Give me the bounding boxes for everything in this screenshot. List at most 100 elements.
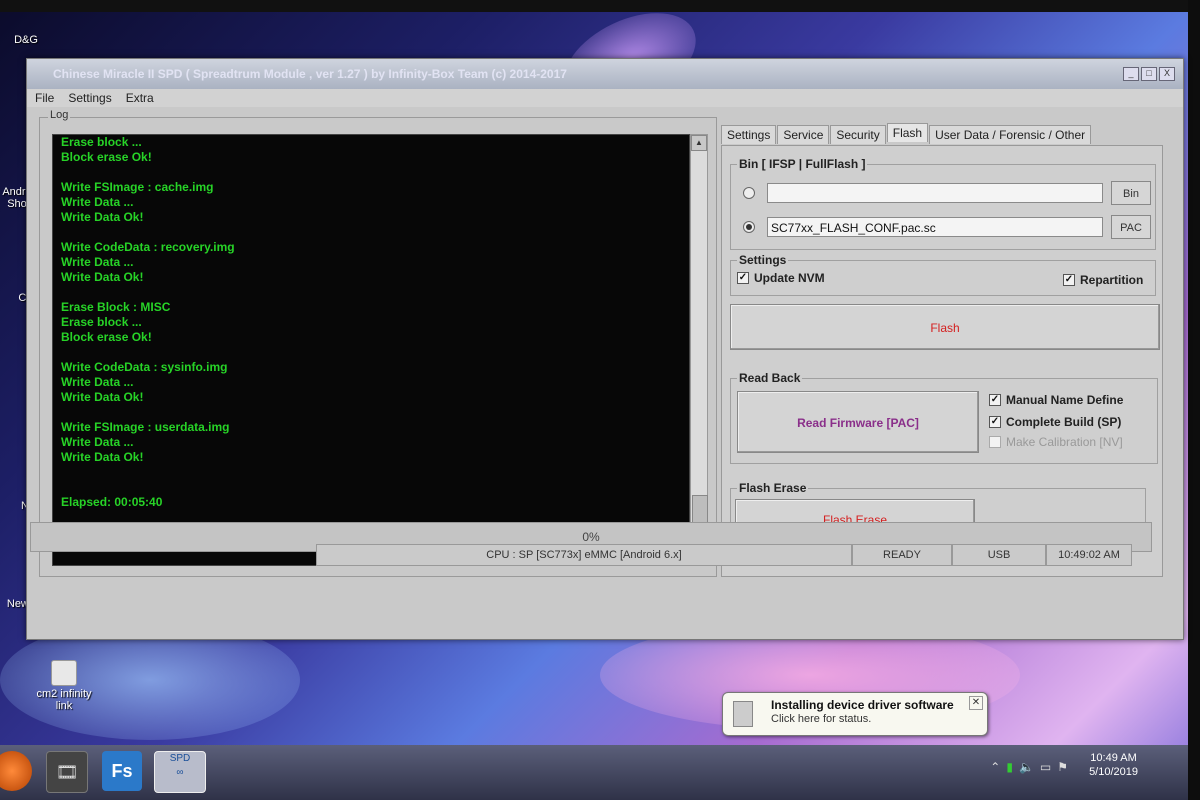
notification-title: Installing device driver software (771, 698, 954, 712)
taskbar-clock[interactable]: 10:49 AM 5/10/2019 (1089, 751, 1138, 779)
log-line: Write Data ... (61, 375, 134, 389)
manual-name-checkbox[interactable]: ✓ Manual Name Define (989, 393, 1123, 407)
log-line: Erase block ... (61, 135, 142, 149)
check-icon: ✓ (737, 272, 749, 284)
volume-icon[interactable]: 🔈 (1019, 760, 1034, 774)
log-line: Block erase Ok! (61, 150, 152, 164)
log-line: Write CodeData : recovery.img (61, 240, 235, 254)
monitor-bezel-top (0, 0, 1200, 12)
tab-flash[interactable]: Flash (886, 123, 929, 142)
log-line: Write Data ... (61, 435, 134, 449)
bin-radio[interactable] (743, 187, 755, 199)
log-line: Write Data ... (61, 195, 134, 209)
desktop-icon-dg[interactable]: D&G (4, 34, 48, 46)
read-back-group: Read Back Read Firmware [PAC] ✓ Manual N… (730, 371, 1158, 464)
status-time: 10:49:02 AM (1046, 544, 1132, 566)
right-panel: Settings Service Security Flash User Dat… (721, 123, 1173, 577)
pac-path-field[interactable]: SC77xx_FLASH_CONF.pac.sc (767, 217, 1103, 237)
log-line: Write Data ... (61, 255, 134, 269)
tab-settings[interactable]: Settings (721, 125, 777, 144)
log-line: Write FSImage : cache.img (61, 180, 214, 194)
log-line: Write Data Ok! (61, 210, 144, 224)
log-line: Write Data Ok! (61, 450, 144, 464)
clock-date: 5/10/2019 (1089, 766, 1138, 778)
action-center-icon[interactable]: ⚑ (1057, 760, 1068, 774)
status-bar: CPU : SP [SC773x] eMMC [Android 6.x] REA… (30, 544, 1150, 566)
flash-button[interactable]: Flash (730, 304, 1160, 350)
maximize-button[interactable]: □ (1141, 67, 1157, 81)
log-line: Write Data Ok! (61, 270, 144, 284)
read-firmware-button[interactable]: Read Firmware [PAC] (737, 391, 979, 453)
check-icon: ✓ (989, 416, 1001, 428)
spd-icon[interactable]: SPD ∞ (154, 751, 206, 793)
bin-group: Bin [ IFSP | FullFlash ] Bin SC77xx_FLAS… (730, 157, 1156, 250)
settings-group-label: Settings (737, 253, 789, 267)
log-group: Log Erase block ... Block erase Ok! Write … (39, 109, 717, 577)
status-state: READY (852, 544, 952, 566)
scroll-up-icon[interactable]: ▲ (691, 135, 707, 151)
fs-icon[interactable]: Fs (102, 751, 142, 791)
clock-time: 10:49 AM (1090, 752, 1137, 764)
pac-browse-button[interactable]: PAC (1111, 215, 1151, 239)
bin-group-label: Bin [ IFSP | FullFlash ] (737, 157, 868, 171)
status-conn: USB (952, 544, 1046, 566)
tab-service[interactable]: Service (777, 125, 830, 144)
driver-notification[interactable]: Installing device driver software Click … (722, 692, 988, 736)
read-back-label: Read Back (737, 371, 803, 385)
flash-erase-label: Flash Erase (737, 481, 809, 495)
tab-user-data[interactable]: User Data / Forensic / Other (929, 125, 1092, 144)
pac-radio[interactable] (743, 221, 755, 233)
window-controls: _ □ X (1123, 67, 1175, 81)
notification-close-icon[interactable]: ✕ (969, 696, 983, 710)
menu-file[interactable]: File (35, 91, 54, 105)
log-legend: Log (48, 109, 71, 121)
display-icon[interactable]: ▭ (1040, 760, 1051, 774)
close-button[interactable]: X (1159, 67, 1175, 81)
log-line: Erase block ... (61, 315, 142, 329)
monitor-bezel-right (1188, 0, 1200, 800)
log-scrollbar[interactable]: ▲ ▼ (690, 134, 708, 566)
bin-browse-button[interactable]: Bin (1111, 181, 1151, 205)
start-orb-icon[interactable] (0, 751, 32, 791)
media-icon[interactable]: 🎞 (46, 751, 88, 793)
log-line: Elapsed: 00:05:40 (61, 495, 163, 509)
log-output[interactable]: Erase block ... Block erase Ok! Write FSIm… (52, 134, 690, 566)
taskbar: 🎞 Fs SPD ∞ ⌃ ▮ 🔈 ▭ ⚑ 10:49 AM 5/10/2019 (0, 745, 1188, 800)
log-line: Write Data Ok! (61, 390, 144, 404)
update-nvm-checkbox[interactable]: ✓ Update NVM (737, 271, 825, 285)
file-icon (51, 660, 77, 686)
status-cpu: CPU : SP [SC773x] eMMC [Android 6.x] (316, 544, 852, 566)
minimize-button[interactable]: _ (1123, 67, 1139, 81)
log-line: Erase Block : MISC (61, 300, 171, 314)
repartition-checkbox[interactable]: ✓ Repartition (1063, 273, 1143, 287)
make-calibration-checkbox: Make Calibration [NV] (989, 435, 1123, 449)
log-line: Block erase Ok! (61, 330, 152, 344)
notification-subtitle: Click here for status. (771, 713, 872, 725)
progress-text: 0% (582, 530, 600, 544)
show-hidden-icons-icon[interactable]: ⌃ (990, 760, 1000, 774)
complete-build-checkbox[interactable]: ✓ Complete Build (SP) (989, 415, 1121, 429)
device-icon (733, 701, 753, 727)
log-line: Write FSImage : userdata.img (61, 420, 230, 434)
check-icon: ✓ (989, 394, 1001, 406)
log-line: Write CodeData : sysinfo.img (61, 360, 228, 374)
menu-extra[interactable]: Extra (126, 91, 154, 105)
desktop-icon-cm2-link[interactable]: cm2 infinity link (28, 660, 100, 712)
menu-bar: File Settings Extra (27, 89, 1183, 107)
menu-settings[interactable]: Settings (68, 91, 111, 105)
title-bar[interactable]: Chinese Miracle II SPD ( Spreadtrum Modu… (27, 59, 1183, 89)
flash-tab-body: Bin [ IFSP | FullFlash ] Bin SC77xx_FLAS… (721, 145, 1163, 577)
bin-path-field[interactable] (767, 183, 1103, 203)
tab-strip: Settings Service Security Flash User Dat… (721, 123, 1092, 144)
system-tray: ⌃ ▮ 🔈 ▭ ⚑ (990, 760, 1068, 774)
tab-security[interactable]: Security (830, 125, 886, 144)
window-title: Chinese Miracle II SPD ( Spreadtrum Modu… (53, 67, 567, 81)
network-icon[interactable]: ▮ (1006, 760, 1013, 774)
